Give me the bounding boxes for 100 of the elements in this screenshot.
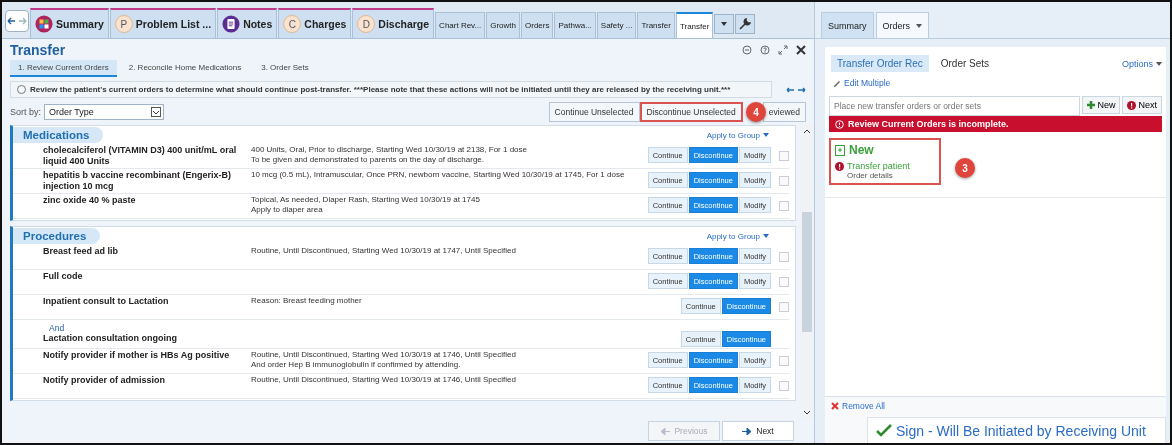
row-checkbox[interactable]	[779, 151, 789, 161]
bulk-action-button[interactable]: eviewed	[762, 102, 806, 122]
activity-tab[interactable]: Transfer	[675, 12, 714, 38]
activity-tab[interactable]: Notes	[217, 8, 278, 38]
order-detail: Routine, Until Discontinued, Starting Wed 10/30/19 at 1747, Until Specified	[251, 246, 517, 256]
order-name: Notify provider of admission	[43, 375, 166, 386]
row-checkbox[interactable]	[779, 277, 789, 287]
caret-icon	[916, 23, 923, 28]
sidebar-tab[interactable]: Summary	[821, 12, 874, 38]
activity-tab[interactable]: Growth	[486, 12, 520, 38]
checkmark-icon	[876, 424, 892, 437]
row-checkbox[interactable]	[779, 302, 789, 312]
wrench-icon	[739, 18, 752, 30]
plus-icon	[1087, 101, 1096, 109]
error-text: Review Current Orders is incomplete.	[848, 119, 1009, 129]
info-text: Review the patient's current orders to determine what should continue post-transfer. ***Please note that these actions will not be initiated until they are released by the receiving unit.***	[30, 85, 731, 94]
order-detail: Order details	[846, 171, 894, 180]
letter-icon: P	[114, 15, 133, 33]
info-icon	[835, 119, 844, 129]
order-detail: And order Hep B immunoglobulin if confirmed by attending.	[251, 360, 462, 370]
row-checkbox[interactable]	[779, 356, 789, 366]
close-icon	[796, 45, 806, 55]
pencil-icon	[833, 79, 841, 87]
row-checkbox[interactable]	[779, 381, 789, 391]
order-name: zinc oxide 40 % paste	[43, 195, 137, 206]
edit-multiple-link[interactable]: Edit Multiple	[844, 78, 891, 88]
order-name: Full code	[43, 271, 84, 282]
caret-icon	[1156, 61, 1162, 66]
chevron-down-icon	[803, 410, 811, 415]
options-menu[interactable]: Options	[1121, 58, 1162, 69]
sidebar-tab[interactable]: Orders	[875, 12, 930, 38]
activity-title: Transfer	[10, 42, 66, 58]
sort-label: Sort by:	[10, 107, 41, 117]
remove-all-link[interactable]: Remove All	[842, 401, 885, 411]
order-detail: Reason: Breast feeding mother	[251, 296, 363, 306]
order-name: Breast feed ad lib	[43, 246, 120, 257]
order-name[interactable]: Transfer patient	[847, 161, 910, 171]
alert-icon	[835, 161, 844, 171]
caret-icon	[721, 22, 728, 26]
activity-tab[interactable]: D Discharge	[352, 8, 435, 38]
step-tab[interactable]: 2. Reconcile Home Medications	[120, 60, 250, 77]
collapse-icon	[742, 45, 752, 55]
apply-to-group-link[interactable]: Apply to Group	[706, 231, 769, 241]
step-tab[interactable]: 3. Order Sets	[253, 60, 317, 77]
scrollbar[interactable]	[800, 125, 814, 419]
chevron-down-icon	[151, 107, 161, 117]
order-tab[interactable]: Order Sets	[934, 55, 996, 72]
order-detail: 400 Units, Oral, Prior to discharge, Starting Wed 10/30/19 at 2138, For 1 dose	[251, 145, 528, 155]
activity-tab[interactable]: Pathwa...	[554, 12, 596, 38]
order-detail: Topical, As needed, Diaper Rash, Starting Wed 10/30/19 at 1745	[251, 195, 481, 205]
activity-tab[interactable]: C Charges	[278, 8, 352, 38]
arrow-left-icon	[660, 427, 671, 435]
sign-button[interactable]: Sign - Will Be Initiated by Receiving Unit	[867, 417, 1166, 443]
order-tab[interactable]: Transfer Order Rec	[831, 55, 929, 72]
x-icon	[831, 402, 839, 410]
letter-icon: D	[357, 15, 376, 33]
bulk-action-button[interactable]: Continue Unselected	[548, 102, 640, 122]
and-connector: And	[49, 323, 66, 333]
activity-tab[interactable]: Chart Rev...	[435, 12, 486, 38]
activity-tab[interactable]: Transfer	[637, 12, 675, 38]
order-name: hepatitis b vaccine recombinant (Engerix-B) injection 10 mcg	[43, 170, 233, 192]
next-button[interactable]: Next	[1122, 96, 1162, 114]
activity-tab[interactable]: P Problem List ...	[109, 8, 217, 38]
sort-dropdown[interactable]: Order Type	[44, 104, 164, 120]
step-tab[interactable]: 1. Review Current Orders	[10, 60, 117, 77]
new-section-title: New	[849, 143, 874, 157]
order-name: Notify provider if mother is HBs Ag positive	[43, 350, 231, 361]
activity-tab[interactable]: Safety ...	[596, 12, 637, 38]
apply-to-group-link[interactable]: Apply to Group	[706, 130, 769, 140]
arrows-icon	[7, 16, 27, 26]
letter-icon: C	[283, 15, 302, 33]
order-name: Lactation consultation ongoing	[43, 333, 178, 344]
row-checkbox[interactable]	[779, 201, 789, 211]
callout-badge: 4	[746, 102, 766, 122]
callout-badge: 3	[955, 158, 975, 178]
nav-button[interactable]: Next	[722, 421, 794, 441]
back-forward-button[interactable]	[5, 10, 29, 32]
new-button[interactable]: New	[1082, 96, 1121, 114]
arrow-right-icon	[742, 427, 753, 435]
chevron-up-icon	[803, 129, 811, 134]
order-name: cholecalciferol (VITAMIN D3) 400 unit/mL oral liquid 400 Units	[43, 145, 238, 167]
alert-icon	[1127, 100, 1137, 110]
dropdown-button[interactable]	[714, 14, 735, 34]
summary-icon	[35, 15, 53, 33]
wrench-button[interactable]	[735, 14, 756, 34]
order-detail: To be given and demonstrated to parents on the day of discharge.	[251, 155, 486, 165]
row-checkbox[interactable]	[779, 252, 789, 262]
notes-icon	[222, 15, 241, 33]
group-title: Procedures	[13, 228, 101, 244]
order-detail: Apply to diaper area	[251, 205, 324, 215]
activity-tab[interactable]: Orders	[521, 12, 554, 38]
order-detail: 10 mcg (0.5 mL), Intramuscular, Once PRN, newborn vaccine, Starting Wed 10/30/19 at 1745, For 1 dose	[251, 170, 626, 180]
row-checkbox[interactable]	[779, 176, 789, 186]
order-search-field[interactable]: Place new transfer orders or order sets	[829, 96, 1081, 116]
activity-tab[interactable]: Summary	[30, 8, 109, 38]
caret-icon	[763, 234, 769, 238]
caret-icon	[763, 133, 769, 137]
order-name: Inpatient consult to Lactation	[43, 296, 170, 307]
bulk-action-button[interactable]: Discontinue Unselected	[639, 102, 743, 122]
swap-arrows-icon	[786, 85, 806, 94]
